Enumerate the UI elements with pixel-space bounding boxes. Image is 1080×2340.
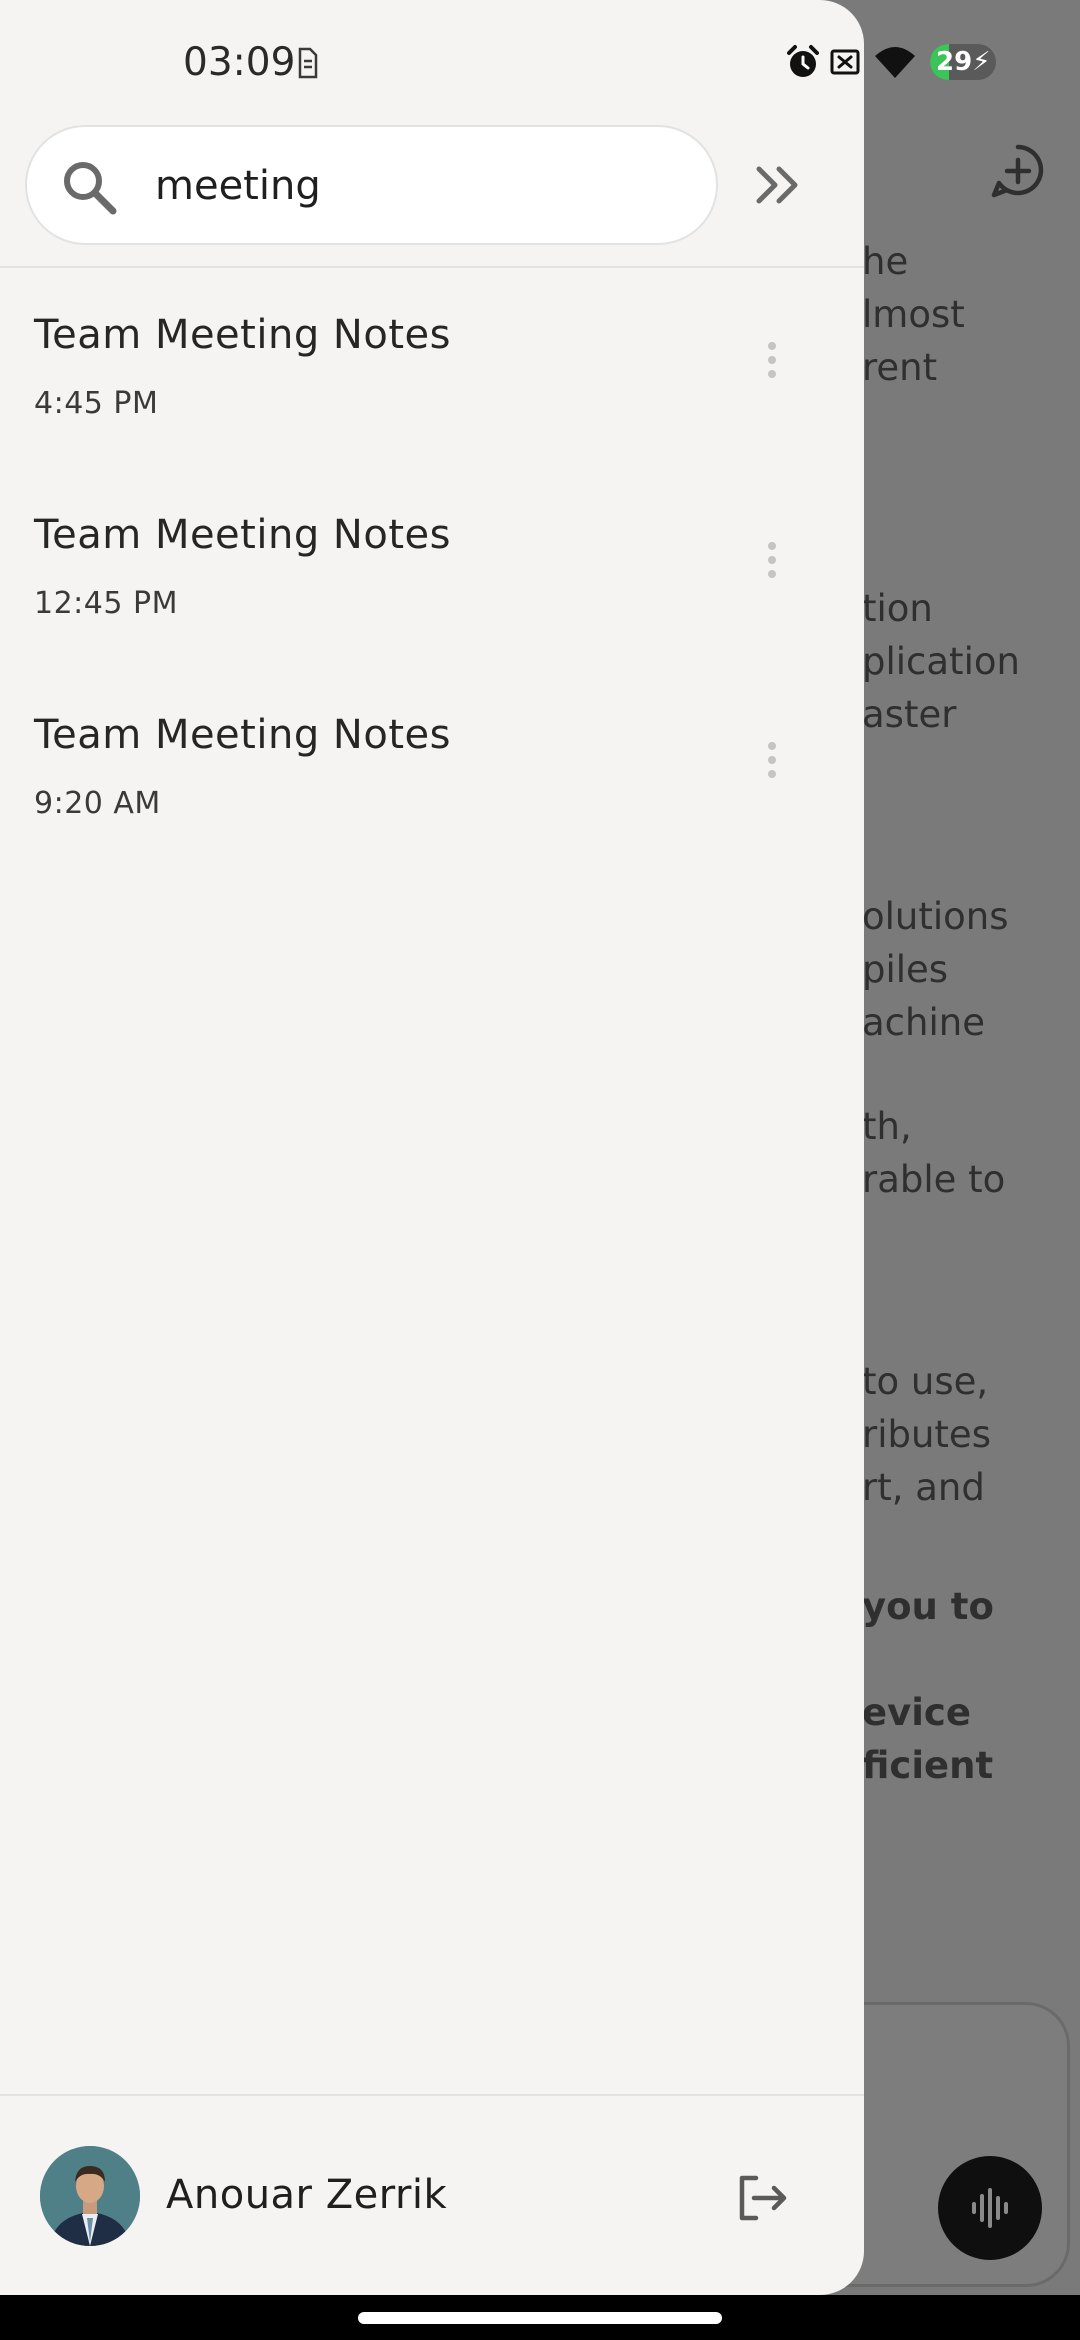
background-text-line: lmost [862, 293, 965, 336]
user-name: Anouar Zerrik [166, 2172, 448, 2218]
background-text-line: rent [862, 346, 938, 389]
conversation-title: Team Meeting Notes [34, 512, 451, 558]
background-text-line: aster [862, 693, 957, 736]
conversation-time: 9:20 AM [34, 786, 161, 821]
background-text-line: you to [862, 1585, 994, 1628]
search-icon [64, 162, 117, 215]
background-text-line: th, [862, 1105, 912, 1148]
search-box[interactable] [25, 125, 718, 245]
sim-card-icon [298, 47, 318, 79]
background-text-line: rt, and [862, 1466, 985, 1509]
divider [0, 266, 864, 268]
conversation-menu-button[interactable] [750, 730, 794, 790]
divider [0, 2094, 864, 2096]
conversation-item[interactable]: Team Meeting Notes 12:45 PM [0, 490, 864, 690]
conversation-item[interactable]: Team Meeting Notes 9:20 AM [0, 690, 864, 890]
voice-waveform-icon [972, 2188, 1008, 2228]
battery-level: 29⚡ [930, 44, 996, 80]
background-message-text: he lmost rent tion plication aster olutions pil… [862, 0, 1080, 2295]
background-text-line: he [862, 240, 909, 283]
conversation-menu-button[interactable] [750, 330, 794, 390]
background-text-line: evice [862, 1691, 971, 1734]
conversation-time: 4:45 PM [34, 386, 159, 421]
conversation-item[interactable]: Team Meeting Notes 4:45 PM [0, 290, 864, 490]
no-sim-icon [830, 49, 860, 75]
background-text-line: to use, [862, 1360, 989, 1403]
charging-icon: ⚡ [972, 47, 991, 77]
background-text-line: tion [862, 587, 933, 630]
double-chevron-right-icon [756, 166, 798, 204]
screen: he lmost rent tion plication aster olutions pil… [0, 0, 1080, 2340]
battery-indicator: 29⚡ [930, 44, 996, 80]
voice-button[interactable] [938, 2156, 1042, 2260]
conversation-title: Team Meeting Notes [34, 712, 451, 758]
more-vertical-icon [768, 542, 776, 578]
conversation-title: Team Meeting Notes [34, 312, 451, 358]
alarm-icon [787, 45, 819, 77]
background-text-line: ficient [862, 1744, 994, 1787]
avatar-image [40, 2146, 140, 2246]
background-text-line: piles [862, 948, 949, 991]
search-input[interactable] [155, 149, 675, 223]
home-indicator[interactable] [358, 2312, 722, 2324]
more-vertical-icon [768, 742, 776, 778]
background-text-line: rable to [862, 1158, 1006, 1201]
collapse-drawer-button[interactable] [748, 155, 808, 215]
conversation-time: 12:45 PM [34, 586, 178, 621]
more-vertical-icon [768, 342, 776, 378]
background-text-line: ributes [862, 1413, 991, 1456]
wifi-icon [875, 47, 915, 78]
background-text-line: olutions [862, 895, 1009, 938]
conversation-menu-button[interactable] [750, 530, 794, 590]
conversation-drawer: 03:09 Team Meeting Notes 4:45 PM [0, 0, 864, 2295]
avatar[interactable] [40, 2146, 140, 2246]
status-time: 03:09 [183, 40, 296, 85]
background-text-line: achine [862, 1001, 985, 1044]
logout-icon[interactable] [734, 2170, 790, 2226]
battery-percent: 29 [936, 47, 973, 77]
background-text-line: plication [862, 640, 1020, 683]
